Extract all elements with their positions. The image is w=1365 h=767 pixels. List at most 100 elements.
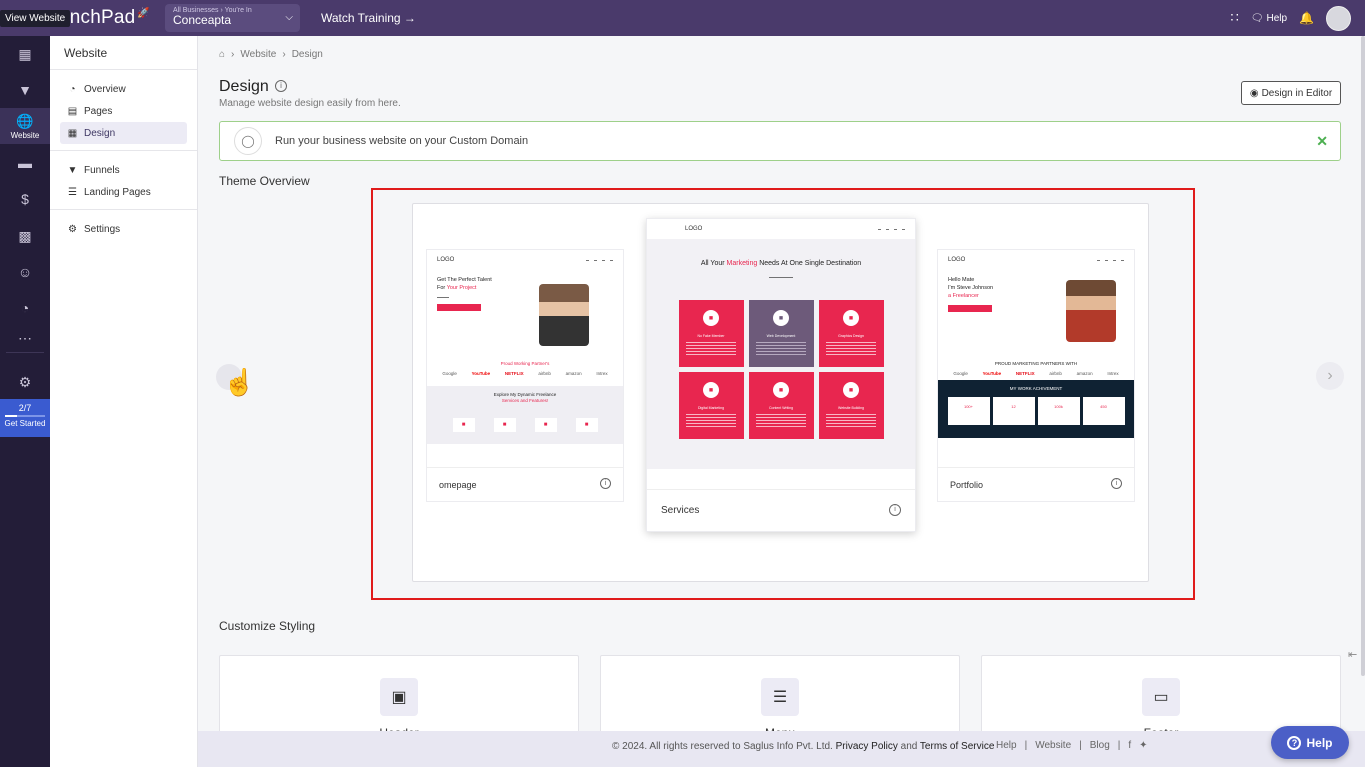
home-icon[interactable]: ⌂ (219, 49, 225, 60)
list-icon: ☰ (68, 186, 77, 198)
breadcrumb-separator: › (231, 49, 235, 60)
bell-icon[interactable]: 🔔 (1299, 11, 1314, 25)
sidebar-item-label: Design (84, 127, 116, 139)
close-icon[interactable]: ✕ (1316, 133, 1328, 150)
service-title: Website Building (837, 406, 864, 410)
footer-separator: | (1079, 740, 1082, 751)
custom-domain-banner: ◯ Run your business website on your Cust… (219, 121, 1341, 161)
design-in-editor-label: Design in Editor (1261, 87, 1333, 99)
service-title: Digital Marketing (697, 406, 725, 410)
collapse-panel-icon[interactable]: ⇤ (1348, 648, 1357, 661)
help-floating-label: Help (1306, 735, 1333, 750)
progress-bar-fill (5, 415, 17, 417)
service-icon: ■ (703, 382, 719, 398)
theme-heading-em: Marketing (726, 260, 758, 267)
service-icon: ■ (843, 310, 859, 326)
footer-separator: | (1024, 740, 1028, 751)
theme-heading-post: Needs At One Single Destination (757, 260, 862, 267)
rail-website-label: Website (10, 130, 40, 140)
facebook-icon[interactable]: f (1128, 740, 1131, 751)
avatar[interactable] (1326, 5, 1351, 31)
sidebar-item-settings[interactable]: ⚙ Settings (60, 218, 187, 240)
breadcrumb-website[interactable]: Website (240, 49, 276, 60)
service-icon: ■ (773, 382, 789, 398)
left-rail: ▦ ▼ 🌐 Website ▬ $ ▩ ☺ ◔ ⋯ ⚙ 2/7 Get Star… (0, 36, 50, 767)
window-icon: ▣ (380, 678, 418, 716)
service-title: Web Development (766, 334, 796, 338)
sidebar-item-label: Landing Pages (84, 186, 151, 198)
footer-copyright: © 2024. All rights reserved to Saglus In… (612, 741, 994, 752)
sidebar-item-landing-pages[interactable]: ☰ Landing Pages (60, 181, 187, 203)
theme-hero-text-placeholder: ▬▬▬▬▬▬▬▬ (769, 275, 793, 279)
banner-text: Run your business website on your Custom… (275, 135, 529, 147)
top-bar: unchPad 🚀 View Website All Businesses › … (0, 0, 1365, 36)
service-title: Content Writing (768, 406, 794, 410)
footer-link-website[interactable]: Website (1035, 740, 1071, 751)
lightbulb-icon: ◯ (234, 127, 262, 155)
sidebar-group-funnels: ▼ Funnels ☰ Landing Pages (50, 151, 197, 210)
sidebar-item-pages[interactable]: ▤ Pages (60, 100, 187, 122)
palette-icon: ◉ (1249, 87, 1259, 99)
help-chat-icon: 🗨 (1250, 12, 1264, 24)
monitor-icon: ▭ (1142, 678, 1180, 716)
theme-overview-heading: Theme Overview (219, 174, 310, 188)
view-website-tooltip: View Website (0, 10, 71, 27)
theme-heading-pre: All Your (700, 260, 727, 267)
gear-icon: ⚙ (68, 223, 77, 235)
help-top-button[interactable]: 🗨 Help (1251, 13, 1287, 24)
main-content: ⌂ › Website › Design Design i Manage web… (198, 36, 1365, 767)
watch-training-link[interactable]: Watch Training → (321, 11, 416, 25)
service-icon: ■ (703, 310, 719, 326)
copyright-text: © 2024. All rights reserved to Saglus In… (612, 741, 836, 752)
help-floating-button[interactable]: ? Help (1271, 726, 1349, 759)
theme-service-tile: ■ Graphics Design (818, 300, 884, 367)
footer-links: Help | Website | Blog | f ✦ (996, 740, 1148, 751)
get-started-progress[interactable]: 2/7 Get Started (0, 399, 50, 437)
business-selector[interactable]: All Businesses › You're In Conceapta ⌵ (165, 4, 300, 32)
sidebar-item-design[interactable]: ▦ Design (60, 122, 187, 144)
video-icon[interactable]: ▬ (0, 148, 50, 178)
terms-of-service-link[interactable]: Terms of Service (920, 741, 994, 752)
service-title: Graphics Design (838, 334, 864, 338)
design-in-editor-button[interactable]: ◉ Design in Editor (1241, 81, 1341, 105)
website-sidebar: Website ◔ Overview ▤ Pages ▦ Design ▼ Fu… (50, 36, 198, 767)
privacy-policy-link[interactable]: Privacy Policy (836, 741, 898, 752)
page-scrollbar[interactable] (1361, 36, 1365, 676)
customize-styling-heading: Customize Styling (219, 619, 316, 633)
gauge-icon: ◔ (69, 83, 76, 95)
pages-icon: ▤ (67, 105, 78, 117)
service-text-placeholder (756, 414, 806, 428)
top-right-actions: ∷ 🗨 Help 🔔 (1230, 0, 1351, 36)
page-title: Design (219, 78, 269, 95)
more-icon[interactable]: ⋯ (0, 323, 50, 353)
twitter-icon[interactable]: ✦ (1139, 740, 1147, 751)
sidebar-item-funnels[interactable]: ▼ Funnels (60, 159, 187, 181)
apps-grid-icon[interactable]: ∷ (1230, 10, 1238, 26)
funnel-rail-icon[interactable]: ▼ (0, 75, 50, 105)
sidebar-item-label: Settings (84, 223, 121, 235)
sidebar-item-overview[interactable]: ◔ Overview (60, 78, 187, 100)
question-icon: ? (1287, 735, 1302, 750)
rail-divider (6, 352, 44, 353)
page-footer: © 2024. All rights reserved to Saglus In… (198, 731, 1365, 767)
theme-service-tile: ■ Web Development (748, 300, 814, 367)
sidebar-group-site: ◔ Overview ▤ Pages ▦ Design (50, 70, 197, 151)
rail-item-website[interactable]: 🌐 Website (0, 108, 50, 144)
service-text-placeholder (756, 342, 806, 356)
gauge-rail-icon[interactable]: ◔ (0, 293, 50, 323)
dashboard-icon[interactable]: ▦ (0, 39, 50, 69)
help-top-label: Help (1266, 12, 1288, 24)
copyright-and: and (897, 741, 920, 752)
sidebar-item-label: Pages (84, 105, 113, 117)
users-icon[interactable]: ☺ (0, 257, 50, 287)
theme-nav-links: ▬ ▬ ▬ ▬ (878, 227, 905, 231)
info-icon[interactable]: i (275, 80, 287, 92)
dollar-icon[interactable]: $ (0, 184, 50, 214)
analytics-icon[interactable]: ▩ (0, 221, 50, 251)
footer-link-help[interactable]: Help (996, 740, 1017, 751)
carousel-next-button[interactable]: › (1316, 362, 1344, 390)
settings-rail-icon[interactable]: ⚙ (0, 367, 50, 397)
theme-card-services[interactable]: LOGO ▬ ▬ ▬ ▬ All Your Marketing Needs At On… (646, 218, 916, 532)
footer-link-blog[interactable]: Blog (1090, 740, 1110, 751)
info-icon[interactable]: i (889, 504, 901, 516)
